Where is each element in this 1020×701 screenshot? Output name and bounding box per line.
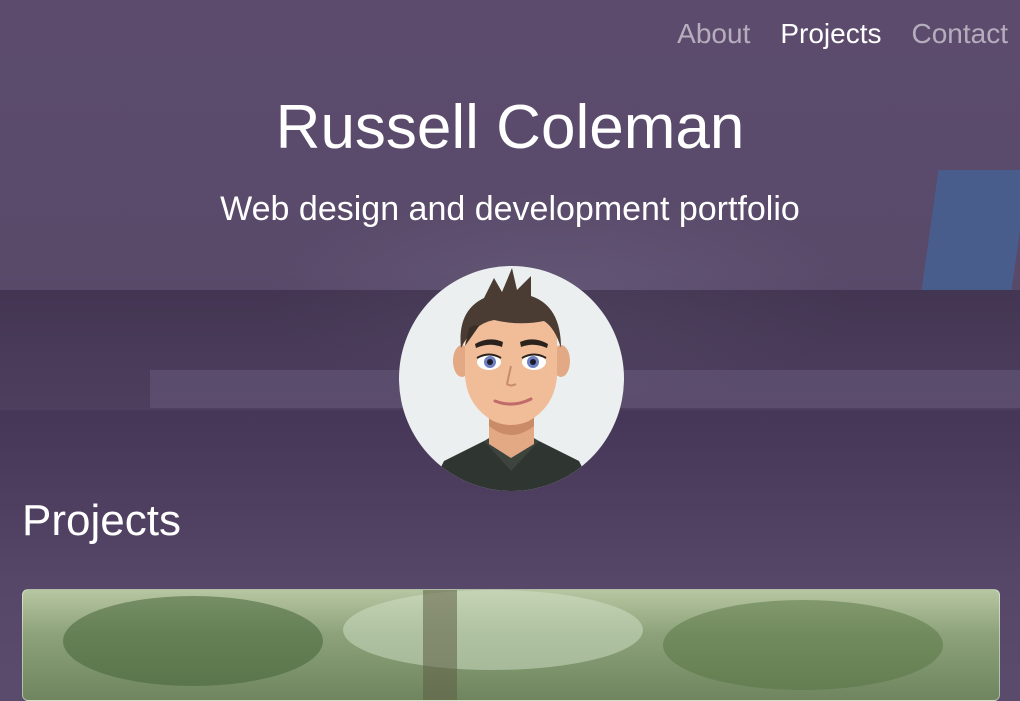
project-thumbnail-sky — [343, 590, 643, 670]
project-thumbnail-foliage — [63, 596, 323, 686]
nav-projects-link[interactable]: Projects — [780, 18, 881, 50]
top-nav: About Projects Contact — [677, 18, 1008, 50]
project-thumbnail-tree-trunk — [423, 590, 457, 700]
nav-about-link[interactable]: About — [677, 18, 750, 50]
background-blue-object — [921, 170, 1020, 290]
page-subtitle: Web design and development portfolio — [220, 190, 800, 228]
cartoon-avatar-image — [429, 268, 594, 491]
nav-contact-link[interactable]: Contact — [912, 18, 1009, 50]
avatar — [399, 266, 624, 491]
projects-heading: Projects — [22, 496, 181, 545]
project-card[interactable] — [22, 589, 1000, 701]
project-thumbnail-foliage — [663, 600, 943, 690]
page-title: Russell Coleman — [275, 93, 745, 162]
